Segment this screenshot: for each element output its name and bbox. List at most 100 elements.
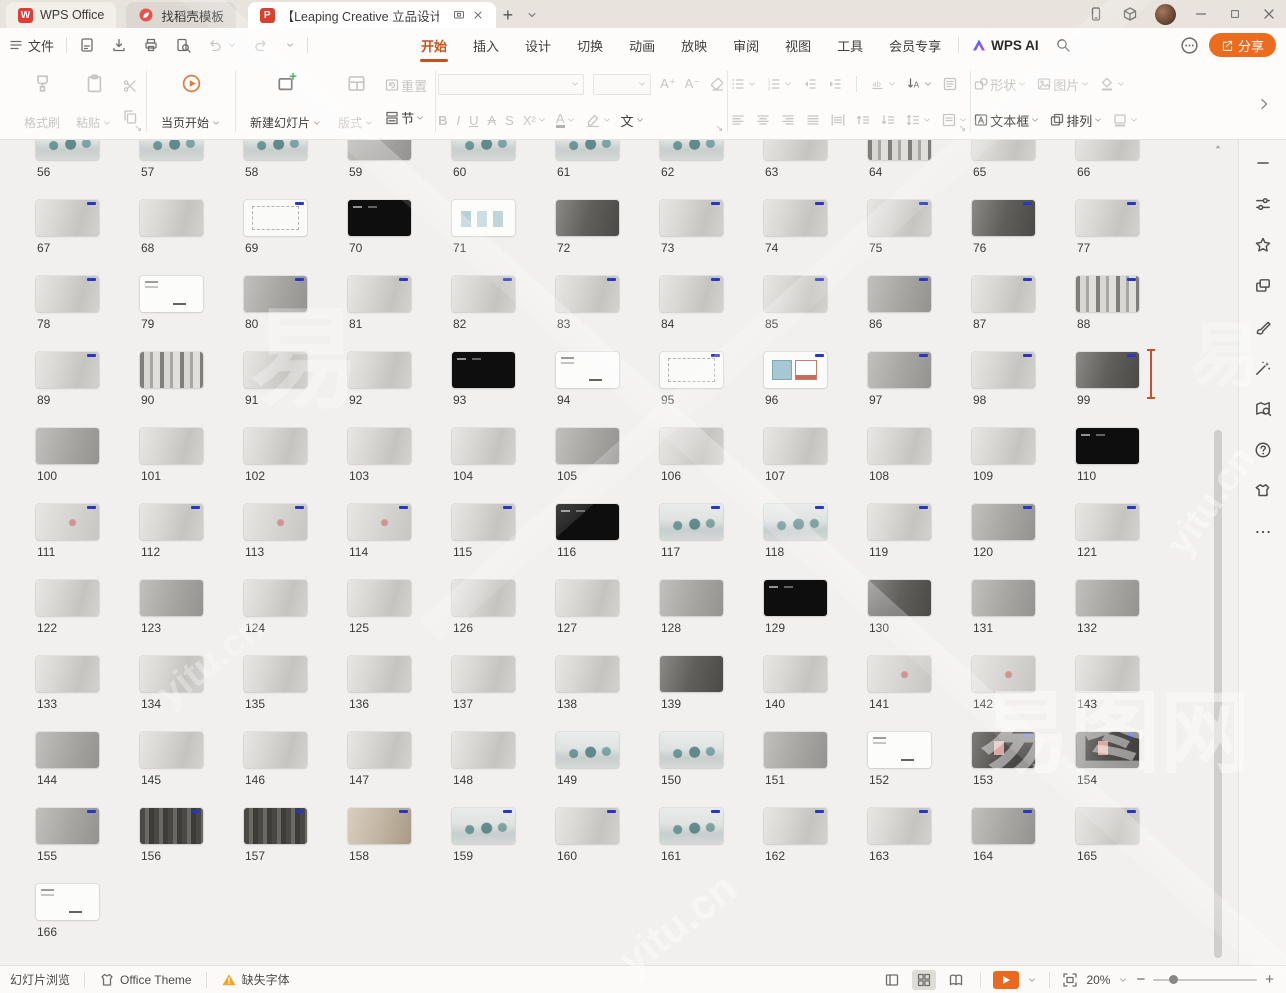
slide-thumbnail[interactable] [348, 580, 411, 616]
slide-thumbnail[interactable] [660, 428, 723, 464]
slide-thumbnail[interactable] [556, 656, 619, 692]
export-button[interactable] [103, 28, 135, 62]
slide-thumbnail[interactable] [140, 732, 203, 768]
justify-icon[interactable] [805, 112, 821, 128]
menu-tab-动画[interactable]: 动画 [616, 28, 668, 62]
slide-thumbnail[interactable] [348, 732, 411, 768]
ribbon-expand-chevron[interactable] [1256, 96, 1272, 112]
slide-thumbnail[interactable] [556, 140, 619, 160]
normal-view-button[interactable] [880, 970, 904, 990]
slide-thumbnail[interactable] [1076, 276, 1139, 312]
slideshow-play-button[interactable] [993, 971, 1019, 989]
slide-thumbnail[interactable] [764, 200, 827, 236]
menu-tab-设计[interactable]: 设计 [512, 28, 564, 62]
bold-button[interactable]: B [438, 113, 447, 128]
slide-thumbnail[interactable] [36, 200, 99, 236]
favorites-icon[interactable] [1254, 236, 1272, 254]
slide-thumbnail[interactable] [556, 504, 619, 540]
slide-thumbnail[interactable] [868, 808, 931, 844]
slide-thumbnail[interactable] [244, 732, 307, 768]
slide-thumbnail[interactable] [972, 140, 1035, 160]
print-preview-button[interactable] [167, 28, 199, 62]
menu-tab-放映[interactable]: 放映 [668, 28, 720, 62]
slide-thumbnail[interactable] [452, 352, 515, 388]
slide-thumbnail[interactable] [36, 140, 99, 160]
more-options-icon[interactable] [1180, 36, 1199, 55]
zoom-out-button[interactable]: − [1136, 971, 1145, 988]
slide-thumbnail[interactable] [868, 656, 931, 692]
decrease-spacing-icon[interactable] [880, 112, 896, 128]
slide-thumbnail[interactable] [660, 140, 723, 160]
tab-list-chevron[interactable] [520, 3, 544, 27]
slide-thumbnail[interactable] [868, 352, 931, 388]
slide-thumbnail[interactable] [660, 656, 723, 692]
slide-thumbnail[interactable] [972, 504, 1035, 540]
strikethrough-button[interactable]: A [488, 113, 497, 128]
increase-font-button[interactable]: A⁺ [660, 76, 676, 92]
vertical-scrollbar[interactable] [1214, 430, 1222, 958]
slide-thumbnail[interactable] [244, 580, 307, 616]
slide-thumbnail[interactable] [36, 276, 99, 312]
slide-thumbnail[interactable] [36, 428, 99, 464]
slide-thumbnail[interactable] [1076, 504, 1139, 540]
shadow-button[interactable]: S [505, 113, 514, 128]
slide-thumbnail[interactable] [452, 428, 515, 464]
superscript-button[interactable]: X² [523, 113, 547, 128]
slide-thumbnail[interactable] [452, 504, 515, 540]
slide-thumbnail[interactable] [244, 656, 307, 692]
slide-thumbnail[interactable] [348, 656, 411, 692]
slide-thumbnail[interactable] [244, 200, 307, 236]
slide-thumbnail[interactable] [764, 656, 827, 692]
new-slide-button[interactable]: 新建幻灯片 [244, 69, 328, 134]
decrease-indent-icon[interactable] [802, 76, 818, 92]
slide-thumbnail[interactable] [556, 428, 619, 464]
slide-thumbnail[interactable] [660, 504, 723, 540]
wps-ai-button[interactable]: WPS AI [963, 28, 1047, 62]
slide-thumbnail[interactable] [556, 200, 619, 236]
vertical-text-button[interactable]: A [906, 76, 933, 92]
slide-thumbnail[interactable] [764, 808, 827, 844]
file-menu[interactable]: 文件 [0, 28, 62, 62]
slide-thumbnail[interactable] [868, 428, 931, 464]
picture-button[interactable]: 图片 [1036, 75, 1090, 94]
font-color-button[interactable]: A [556, 112, 576, 128]
slide-thumbnail[interactable] [140, 140, 203, 160]
fill-color-button[interactable] [1099, 76, 1126, 92]
undo-button[interactable] [199, 28, 245, 62]
slide-thumbnail[interactable] [1076, 656, 1139, 692]
slide-thumbnail[interactable] [660, 808, 723, 844]
font-size-select[interactable] [593, 74, 651, 95]
share-button[interactable]: 分享 [1209, 33, 1276, 57]
slide-thumbnail[interactable] [660, 276, 723, 312]
layout-button[interactable]: 版式 [332, 69, 380, 134]
close-window-button[interactable] [1252, 0, 1286, 28]
slide-thumbnail[interactable] [764, 504, 827, 540]
workspace-button[interactable] [1113, 0, 1147, 28]
search-button[interactable] [1047, 28, 1079, 62]
slide-thumbnail[interactable] [140, 504, 203, 540]
tab-docer-templates[interactable]: 找稻壳模板 [126, 2, 236, 28]
slide-thumbnail[interactable] [972, 276, 1035, 312]
slide-thumbnail[interactable] [140, 580, 203, 616]
paragraph-settings-icon[interactable] [942, 76, 958, 92]
close-tab-icon[interactable] [472, 9, 484, 21]
slide-thumbnail[interactable] [1076, 352, 1139, 388]
slide-thumbnail[interactable] [36, 884, 99, 920]
slide-thumbnail[interactable] [348, 428, 411, 464]
slide-thumbnail[interactable] [868, 200, 931, 236]
toolbar-options-chevron[interactable] [277, 28, 303, 62]
present-mode-icon[interactable] [453, 9, 465, 21]
line-height-button[interactable] [905, 112, 932, 128]
slide-thumbnail[interactable] [868, 140, 931, 160]
slide-thumbnail[interactable] [140, 200, 203, 236]
tab-document[interactable]: P 【Leaping Creative 立品设计 [248, 2, 496, 28]
align-left-icon[interactable] [730, 112, 746, 128]
slide-thumbnail[interactable] [36, 352, 99, 388]
zoom-level-label[interactable]: 20% [1086, 973, 1110, 987]
slide-thumbnail[interactable] [140, 808, 203, 844]
align-center-icon[interactable] [755, 112, 771, 128]
numbered-list-button[interactable]: 123 [766, 76, 793, 92]
shapes-button[interactable]: 形状 [973, 75, 1027, 94]
slide-thumbnail[interactable] [764, 352, 827, 388]
slide-thumbnail[interactable] [244, 352, 307, 388]
